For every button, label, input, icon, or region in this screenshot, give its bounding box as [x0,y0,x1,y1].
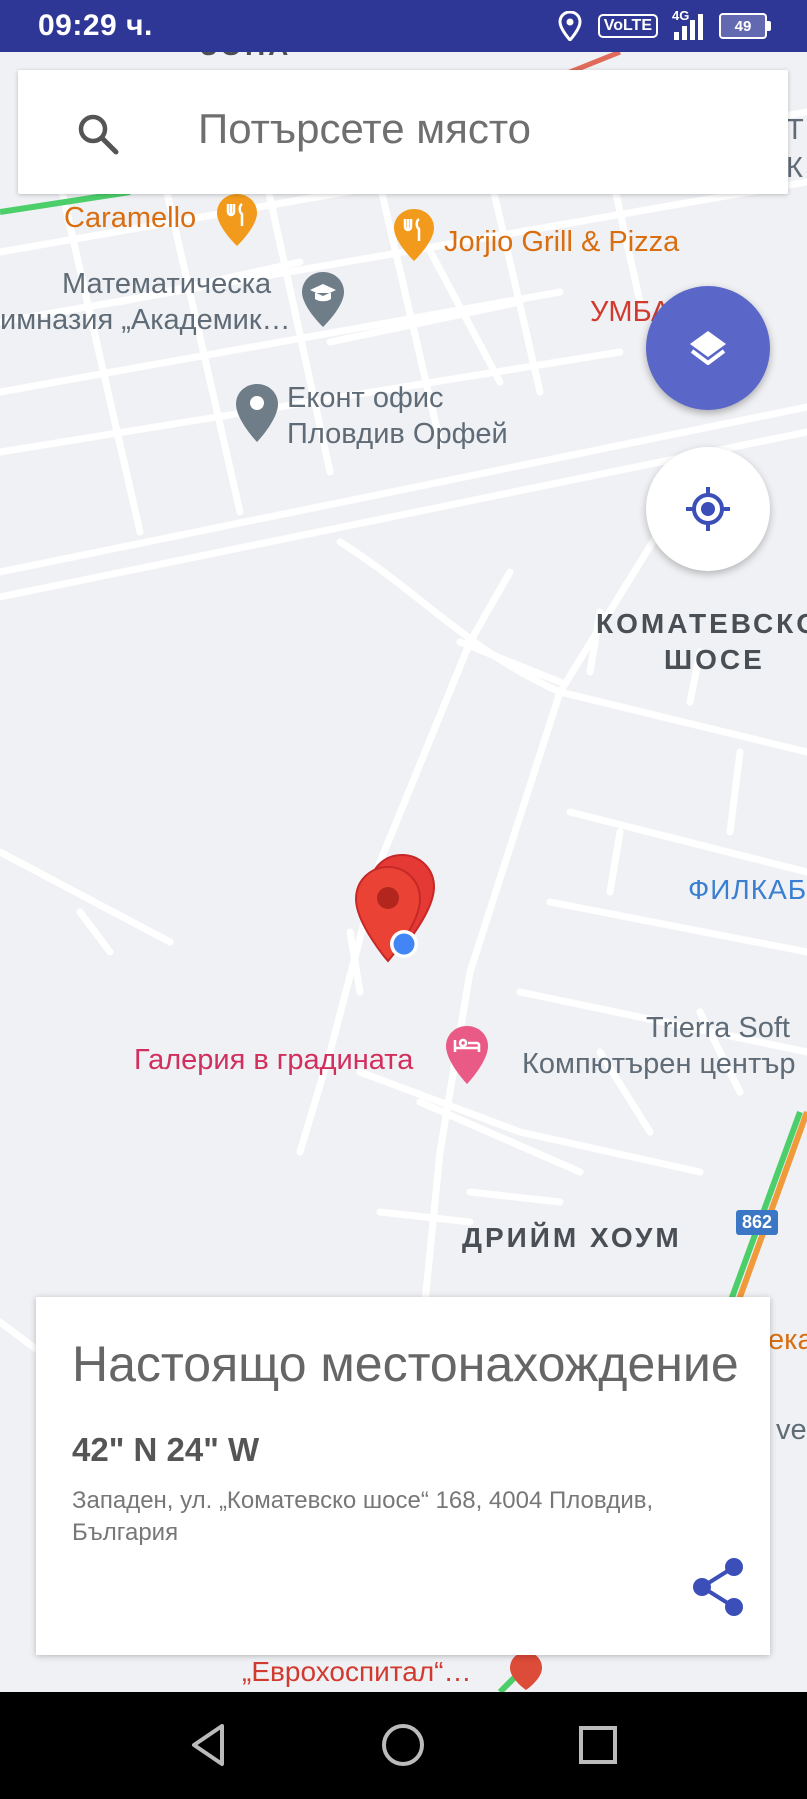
school-pin-icon[interactable] [300,270,346,330]
status-time: 09:29 ч. [38,9,153,42]
status-bar: 09:29 ч. VoLTE 4G 49 [0,0,807,52]
battery-level: 49 [734,17,752,35]
hospital-pin-icon[interactable] [508,1650,544,1692]
road-number-shield: 862 [736,1210,779,1235]
location-status-icon [558,11,582,41]
restaurant-pin-icon-jorjio[interactable] [392,207,436,263]
network-type: 4G [672,8,690,23]
search-input[interactable]: Потърсете място [198,105,531,153]
area-dream-home: ДРИЙМ ХОУМ [462,1222,682,1253]
share-icon[interactable] [688,1555,748,1619]
recents-nav-icon[interactable] [573,1720,623,1770]
map-layers-button[interactable] [646,286,770,410]
poi-top-right-2: К [786,152,803,184]
my-location-button[interactable] [646,447,770,571]
poi-jorjio-label[interactable]: Jorjio Grill & Pizza [444,226,679,259]
volte-indicator: VoLTE [597,14,658,38]
restaurant-pin-icon[interactable] [215,192,259,248]
back-nav-icon[interactable] [184,1720,234,1770]
signal-icon: 4G [672,8,703,40]
card-coordinates: 42" N 24" W [72,1431,260,1468]
area-label-zona: ЗОНА [200,52,291,62]
search-icon [78,114,119,155]
area-komatevsko-line2: ШОСЕ [664,644,765,675]
status-icons: VoLTE 4G 49 [558,8,771,42]
poi-school-label-line2[interactable]: имназия „Академик… [0,304,291,337]
card-address: Западен, ул. „Коматевско шосе“ 168, 4004… [72,1487,654,1547]
poi-trierra-label-line2[interactable]: Компютърен център [522,1048,795,1081]
current-location-dot-icon [390,930,418,958]
poi-gallery-label[interactable]: Галерия в градината [134,1044,413,1077]
card-title: Настоящо местонахождение [72,1336,739,1392]
office-pin-icon[interactable] [234,382,280,446]
poi-right-edge-2[interactable]: ver [776,1414,807,1447]
poi-right-edge-1[interactable]: ека [768,1324,807,1357]
poi-econt-label-line1[interactable]: Еконт офис [287,382,444,415]
battery-icon: 49 [719,13,771,39]
poi-eurohospital-label[interactable]: „Еврохоспитал“… [242,1656,472,1688]
poi-caramello-label[interactable]: Caramello [64,202,196,235]
poi-filkab-label[interactable]: ФИЛКАБ [688,874,807,906]
poi-top-right-1: Т [786,114,804,146]
area-komatevsko-line1: КОМАТЕВСКО [596,608,807,639]
poi-school-label-line1[interactable]: Математическа [62,268,271,301]
poi-trierra-label-line1[interactable]: Trierra Soft [646,1012,790,1045]
navigation-bar [0,1692,807,1799]
layers-icon [690,331,726,365]
home-nav-icon[interactable] [378,1720,428,1770]
poi-econt-label-line2[interactable]: Пловдив Орфей [287,418,508,451]
hotel-pin-icon[interactable] [444,1024,490,1088]
my-location-icon [686,487,730,531]
location-card: Настоящо местонахождение 42" N 24" W Зап… [36,1297,770,1655]
search-box[interactable]: Потърсете място [18,70,788,194]
